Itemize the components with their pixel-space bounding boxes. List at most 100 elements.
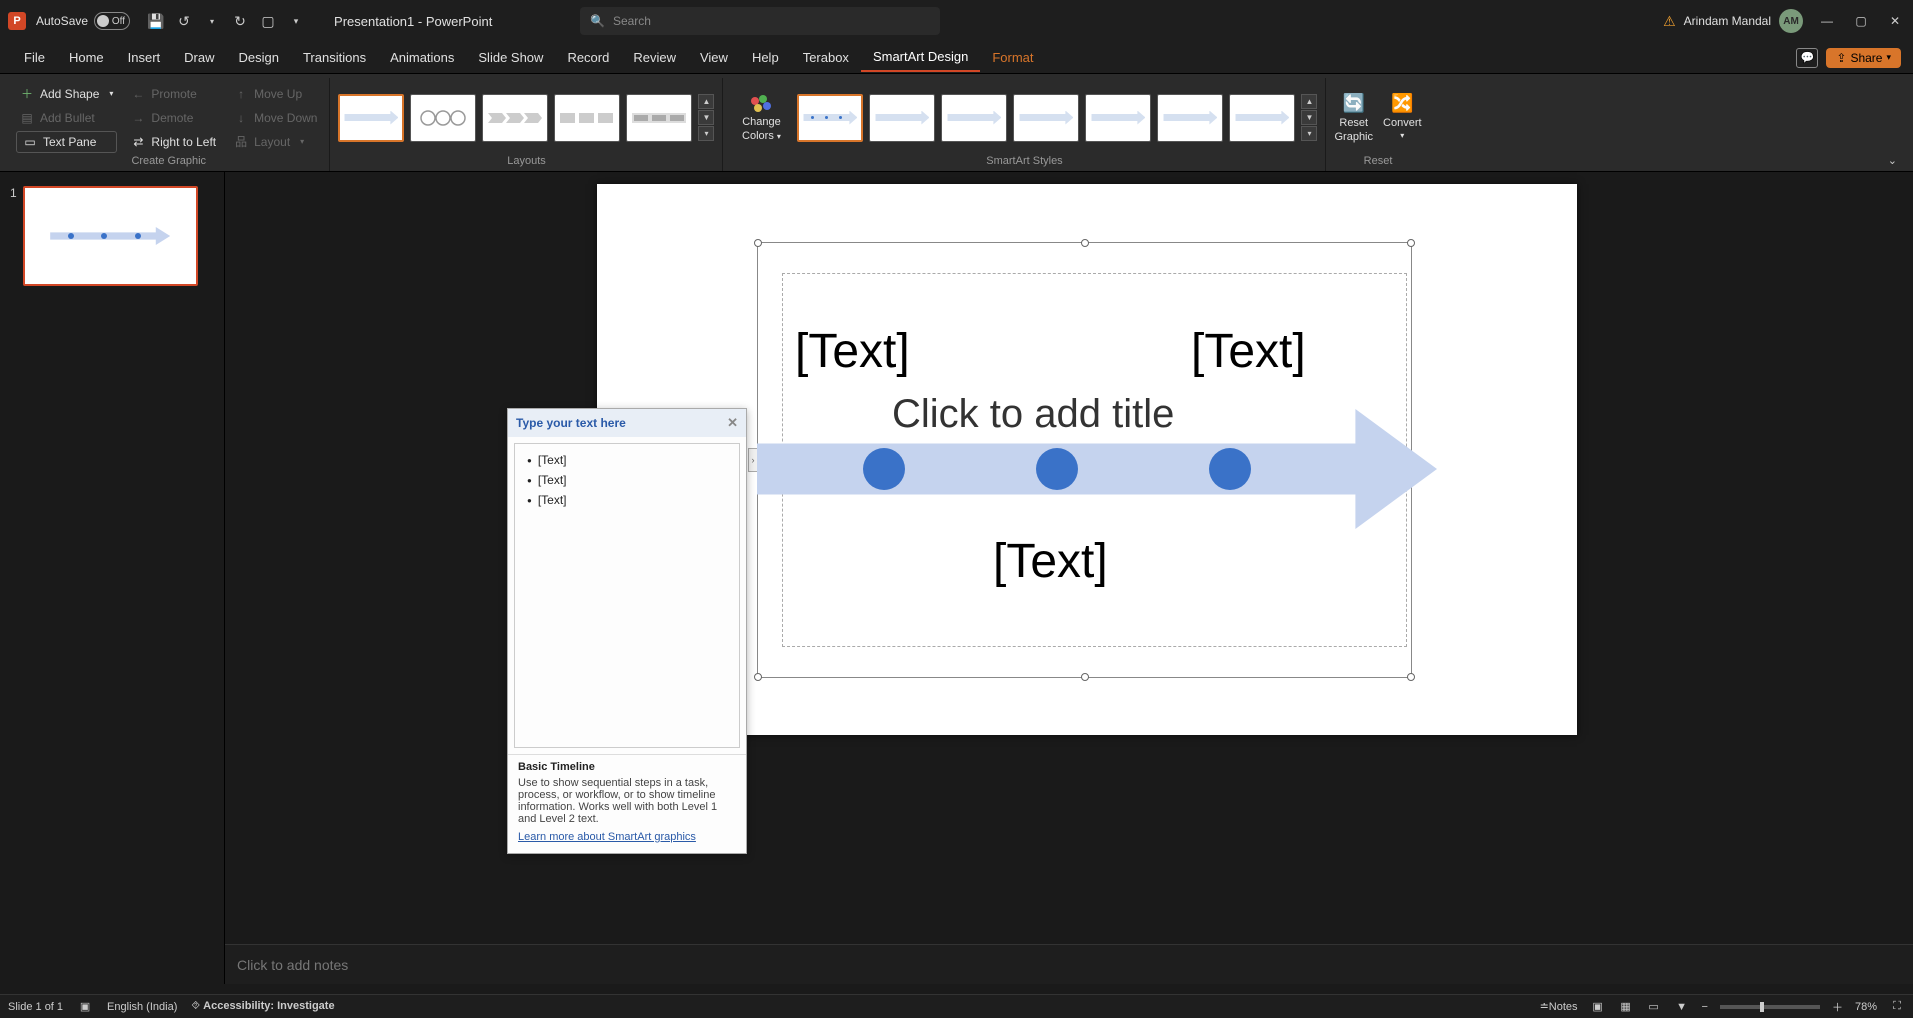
resize-handle[interactable] bbox=[754, 673, 762, 681]
add-shape-button[interactable]: ＋Add Shape▾ bbox=[16, 83, 117, 105]
save-icon[interactable]: 💾 bbox=[148, 13, 164, 29]
tab-home[interactable]: Home bbox=[57, 44, 116, 71]
tab-insert[interactable]: Insert bbox=[116, 44, 173, 71]
tab-terabox[interactable]: Terabox bbox=[791, 44, 861, 71]
search-input[interactable]: 🔍 Search bbox=[580, 7, 940, 35]
tab-draw[interactable]: Draw bbox=[172, 44, 226, 71]
qat-more-icon[interactable]: ▾ bbox=[288, 13, 304, 29]
comments-button[interactable]: 💬 bbox=[1796, 48, 1818, 68]
accessibility-indicator[interactable]: ⯑ Accessibility: Investigate bbox=[191, 1000, 334, 1013]
slide-thumbnail-1[interactable] bbox=[23, 186, 198, 286]
tab-review[interactable]: Review bbox=[621, 44, 688, 71]
move-down-button[interactable]: ↓Move Down bbox=[230, 107, 321, 129]
layout-option-4[interactable] bbox=[554, 94, 620, 142]
close-icon[interactable]: ✕ bbox=[727, 415, 738, 431]
notes-pane[interactable]: Click to add notes bbox=[225, 944, 1913, 984]
layout-option-5[interactable] bbox=[626, 94, 692, 142]
group-label-layouts: Layouts bbox=[338, 155, 714, 169]
layout-option-3[interactable] bbox=[482, 94, 548, 142]
style-option-5[interactable] bbox=[1085, 94, 1151, 142]
notes-toggle[interactable]: ≐Notes bbox=[1540, 1000, 1578, 1013]
move-up-button[interactable]: ↑Move Up bbox=[230, 83, 321, 105]
promote-button[interactable]: ←Promote bbox=[127, 83, 220, 105]
smartart-node-3[interactable] bbox=[1209, 448, 1251, 490]
zoom-out-button[interactable]: − bbox=[1702, 1001, 1708, 1013]
reading-view-icon[interactable]: ▭ bbox=[1646, 1000, 1662, 1014]
zoom-slider[interactable] bbox=[1720, 1005, 1820, 1009]
style-option-1[interactable] bbox=[797, 94, 863, 142]
layouts-scroll-down[interactable]: ▼ bbox=[698, 110, 714, 125]
tab-smartart-design[interactable]: SmartArt Design bbox=[861, 43, 980, 72]
slide-indicator[interactable]: Slide 1 of 1 bbox=[8, 1001, 63, 1013]
tab-view[interactable]: View bbox=[688, 44, 740, 71]
undo-dropdown-icon[interactable]: ▾ bbox=[204, 13, 220, 29]
close-button[interactable]: ✕ bbox=[1885, 11, 1905, 31]
style-option-6[interactable] bbox=[1157, 94, 1223, 142]
resize-handle[interactable] bbox=[1081, 673, 1089, 681]
text-pane-item[interactable]: ●[Text] bbox=[519, 470, 735, 490]
add-bullet-button[interactable]: ▤Add Bullet bbox=[16, 107, 117, 129]
text-pane-footer-title: Basic Timeline bbox=[518, 761, 736, 773]
smartart-label-1[interactable]: [Text] bbox=[795, 324, 910, 379]
resize-handle[interactable] bbox=[1407, 673, 1415, 681]
smartart-node-1[interactable] bbox=[863, 448, 905, 490]
tab-file[interactable]: File bbox=[12, 44, 57, 71]
style-option-4[interactable] bbox=[1013, 94, 1079, 142]
smartart-label-3[interactable]: [Text] bbox=[993, 534, 1108, 589]
spellcheck-icon[interactable]: ▣ bbox=[77, 1000, 93, 1014]
account-button[interactable]: ⚠ Arindam Mandal AM bbox=[1663, 9, 1803, 33]
style-option-2[interactable] bbox=[869, 94, 935, 142]
language-indicator[interactable]: English (India) bbox=[107, 1001, 177, 1013]
minimize-button[interactable]: ― bbox=[1817, 11, 1837, 31]
learn-more-link[interactable]: Learn more about SmartArt graphics bbox=[518, 831, 696, 843]
resize-handle[interactable] bbox=[1081, 239, 1089, 247]
resize-handle[interactable] bbox=[754, 239, 762, 247]
styles-scroll-down[interactable]: ▼ bbox=[1301, 110, 1317, 125]
change-colors-button[interactable]: Change Colors ▾ bbox=[731, 92, 791, 144]
maximize-button[interactable]: ▢ bbox=[1851, 11, 1871, 31]
tab-transitions[interactable]: Transitions bbox=[291, 44, 378, 71]
redo-icon[interactable]: ↻ bbox=[232, 13, 248, 29]
right-to-left-button[interactable]: ⇄Right to Left bbox=[127, 131, 220, 153]
slide-thumbnail-panel[interactable]: 1 bbox=[0, 172, 225, 984]
resize-handle[interactable] bbox=[1407, 239, 1415, 247]
text-pane-button[interactable]: ▭Text Pane bbox=[16, 131, 117, 153]
undo-icon[interactable]: ↺ bbox=[176, 13, 192, 29]
layout-option-1[interactable] bbox=[338, 94, 404, 142]
normal-view-icon[interactable]: ▣ bbox=[1590, 1000, 1606, 1014]
tab-slide-show[interactable]: Slide Show bbox=[466, 44, 555, 71]
sorter-view-icon[interactable]: ▦ bbox=[1618, 1000, 1634, 1014]
text-pane-toggle-tab[interactable]: › bbox=[748, 448, 758, 472]
demote-button[interactable]: →Demote bbox=[127, 107, 220, 129]
reset-graphic-button[interactable]: 🔄 Reset Graphic bbox=[1334, 93, 1373, 143]
tab-design[interactable]: Design bbox=[227, 44, 291, 71]
layout-option-2[interactable] bbox=[410, 94, 476, 142]
tab-record[interactable]: Record bbox=[555, 44, 621, 71]
autosave-toggle[interactable]: AutoSave Off bbox=[36, 12, 130, 30]
fit-to-window-icon[interactable]: ⛶ bbox=[1889, 1000, 1905, 1014]
text-pane-item[interactable]: ●[Text] bbox=[519, 490, 735, 510]
zoom-in-button[interactable]: ＋ bbox=[1832, 999, 1843, 1015]
slideshow-view-icon[interactable]: ▼ bbox=[1674, 1000, 1690, 1014]
style-option-7[interactable] bbox=[1229, 94, 1295, 142]
style-option-3[interactable] bbox=[941, 94, 1007, 142]
smartart-text-pane[interactable]: Type your text here ✕ ●[Text] ●[Text] ●[… bbox=[507, 408, 747, 854]
text-pane-body[interactable]: ●[Text] ●[Text] ●[Text] bbox=[514, 443, 740, 748]
zoom-level[interactable]: 78% bbox=[1855, 1001, 1877, 1013]
styles-scroll-up[interactable]: ▲ bbox=[1301, 94, 1317, 109]
present-from-start-icon[interactable]: ▢ bbox=[260, 13, 276, 29]
share-button[interactable]: ⇪Share▾ bbox=[1826, 48, 1901, 68]
slide-canvas[interactable]: Click to add title [Text] [Text] [Text] … bbox=[225, 172, 1913, 984]
tab-animations[interactable]: Animations bbox=[378, 44, 466, 71]
collapse-ribbon-button[interactable]: ⌄ bbox=[1880, 150, 1905, 171]
styles-more[interactable]: ▾ bbox=[1301, 126, 1317, 141]
smartart-label-2[interactable]: [Text] bbox=[1191, 324, 1306, 379]
tab-help[interactable]: Help bbox=[740, 44, 791, 71]
text-pane-item[interactable]: ●[Text] bbox=[519, 450, 735, 470]
smartart-node-2[interactable] bbox=[1036, 448, 1078, 490]
layouts-more[interactable]: ▾ bbox=[698, 126, 714, 141]
layout-button[interactable]: 品Layout▾ bbox=[230, 131, 321, 153]
layouts-scroll-up[interactable]: ▲ bbox=[698, 94, 714, 109]
tab-format[interactable]: Format bbox=[980, 44, 1045, 71]
convert-button[interactable]: 🔀 Convert ▾ bbox=[1383, 93, 1422, 143]
